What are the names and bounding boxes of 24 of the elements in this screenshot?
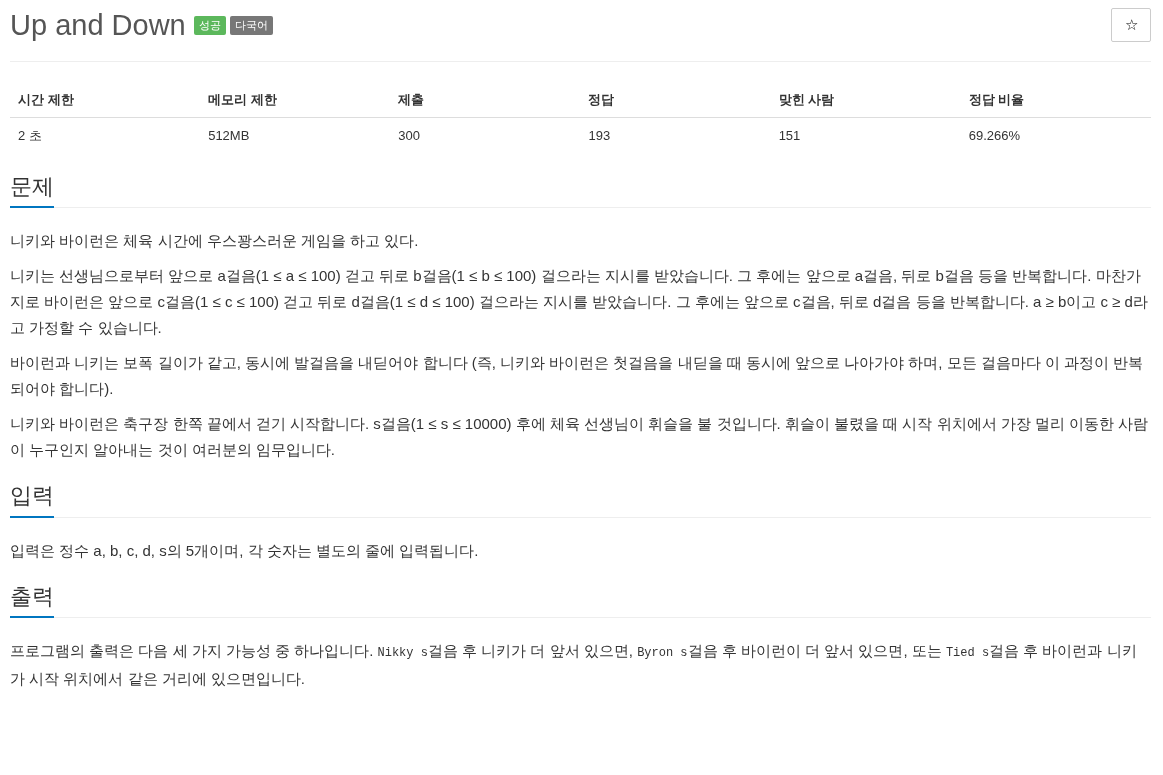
star-button[interactable]: ☆ (1111, 8, 1151, 42)
paragraph: 바이런과 니키는 보폭 길이가 같고, 동시에 발걸음을 내딛어야 합니다 (즉, 니키와 바이런은 첫걸음을 내딛을 때 동시에 앞으로 나아가야 하며, 모든 걸음마다 이 과정이 반복되어야 합니다). (10, 353, 1145, 400)
section-heading: 출력 (10, 583, 54, 618)
column-header: 메모리 제한 (200, 81, 391, 118)
section-heading: 입력 (10, 483, 54, 518)
paragraph: 니키와 바이런은 체육 시간에 우스꽝스러운 게임을 하고 있다. (10, 231, 420, 252)
column-header: 시간 제한 (10, 81, 201, 118)
paragraph: 입력은 정수 a, b, c, d, s의 5개이며, 각 숫자는 별도의 줄에 입력됩니다. (10, 540, 480, 561)
table-cell: 2 초 (10, 117, 201, 154)
section-heading: 문제 (10, 173, 54, 209)
table-cell: 193 (580, 117, 771, 154)
status-label: 성공 (193, 15, 226, 35)
column-header: 정답 비율 (960, 81, 1151, 118)
column-header: 제출 (390, 81, 581, 118)
column-header: 정답 (580, 81, 771, 118)
paragraph: 니키와 바이런은 축구장 한쪽 끝에서 걷기 시작합니다. s걸음(1 ≤ s ≤ 10000) 후에 체육 선생님이 휘슬을 불 것입니다. 휘슬이 불렸을 때 시작 위치에서 가장 멀리 이동한 사람이 누구인지 알아내는 것이 여러분의 임무입니다. (10, 414, 1150, 461)
paragraph: 니키는 선생님으로부터 앞으로 a걸음(1 ≤ a ≤ 100) 걷고 뒤로 b걸음(1 ≤ b ≤ 100) 걸으라는 지시를 받았습니다. 그 후에는 앞으로 a걸음, 뒤로 b걸음 등을 반복합니다. 마찬가지로 바이런은 앞으로 c걸음(1 ≤ c ≤ 100) 걷고 뒤로 d걸음(1 ≤ d ≤ 100) 걸으라는 지시를 받았습니다. 그 후에는 앞으로 c걸음, 뒤로 d걸음 등을 반복합니다. a ≥ b이고 c ≥ d라고 가정할 수 있습니다. (10, 266, 1149, 339)
table-cell: 69.266% (960, 117, 1151, 154)
column-header: 맞힌 사람 (770, 81, 961, 118)
problem-title: Up and Down (10, 8, 186, 43)
table-cell: 151 (770, 117, 961, 154)
table-cell: 300 (390, 117, 581, 154)
table-cell: 512MB (200, 117, 391, 154)
status-label: 다국어 (229, 15, 273, 35)
